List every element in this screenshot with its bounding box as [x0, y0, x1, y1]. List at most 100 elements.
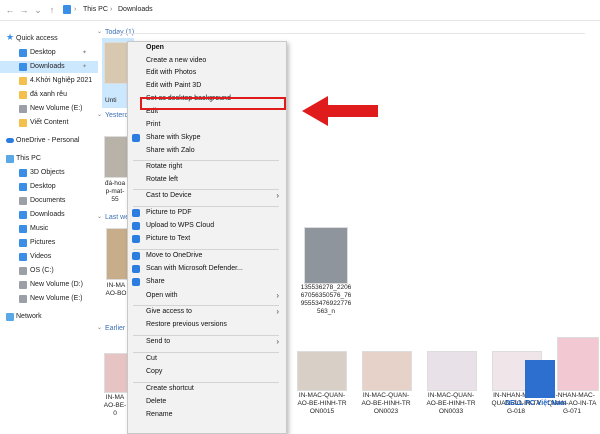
menu-item-edit-with-photos[interactable]: Edit with Photos: [127, 67, 285, 79]
sidebar-item-new-volume-e[interactable]: New Volume (E:): [0, 293, 98, 305]
sidebar-item-da-xanh-reu[interactable]: đá xanh rêu: [0, 89, 98, 101]
menu-item-picture-to-text[interactable]: Picture to Text: [127, 233, 285, 245]
forward-button[interactable]: →: [18, 4, 30, 16]
breadcrumb-this-pc[interactable]: This PC: [83, 6, 108, 13]
sidebar-item-khoi-nghiep[interactable]: 4.Khởi Nghiệp 2021: [0, 75, 98, 87]
menu-separator: [133, 335, 279, 336]
sidebar-item-quick-access[interactable]: ★ Quick access: [0, 33, 98, 45]
onedrive-icon: [132, 252, 140, 260]
menu-item-send-to[interactable]: Send to ›: [127, 336, 285, 348]
chevron-down-icon[interactable]: ⌄: [97, 28, 102, 35]
menu-item-label: Rotate left: [146, 176, 178, 183]
sidebar-item-label: OneDrive - Personal: [16, 137, 80, 144]
menu-separator: [133, 382, 279, 383]
menu-item-scan-with-microsoft-defender[interactable]: Scan with Microsoft Defender...: [127, 263, 285, 275]
up-button[interactable]: ↑: [46, 4, 58, 16]
sidebar-item-new-volume-d[interactable]: New Volume (D:): [0, 279, 98, 291]
download-icon: [19, 211, 27, 219]
menu-item-delete[interactable]: Delete: [127, 396, 285, 408]
file-name: IN-MA AO-BO: [105, 282, 127, 297]
network-icon: [6, 313, 14, 321]
breadcrumb-separator: ›: [110, 6, 113, 13]
back-button[interactable]: ←: [4, 4, 16, 16]
file-thumbnail: [362, 351, 412, 391]
menu-item-picture-to-pdf[interactable]: Picture to PDF: [127, 207, 285, 219]
sidebar-item-downloads[interactable]: Downloads ✦: [0, 61, 98, 73]
menu-item-upload-to-wps-cloud[interactable]: Upload to WPS Cloud: [127, 220, 285, 232]
menu-item-copy[interactable]: Copy: [127, 366, 285, 378]
menu-item-print[interactable]: Print: [127, 119, 285, 131]
menu-item-rename[interactable]: Rename: [127, 409, 285, 421]
chevron-down-icon[interactable]: ⌄: [97, 324, 102, 331]
text-icon: [132, 235, 140, 243]
menu-separator: [133, 160, 279, 161]
folder-icon: [19, 91, 27, 99]
sidebar-item-label: Downloads: [30, 211, 65, 218]
menu-item-move-to-onedrive[interactable]: Move to OneDrive: [127, 250, 285, 262]
sidebar-item-new-volume-e[interactable]: New Volume (E:): [0, 103, 98, 115]
sidebar-item-downloads[interactable]: Downloads: [0, 209, 98, 221]
sidebar-item-label: đá xanh rêu: [30, 91, 67, 98]
file-name: 135536278_2206 67056350576_76 9555347692…: [300, 284, 352, 315]
menu-item-restore-previous-versions[interactable]: Restore previous versions: [127, 319, 285, 331]
menu-item-cut[interactable]: Cut: [127, 353, 285, 365]
breadcrumb-downloads[interactable]: Downloads: [118, 6, 153, 13]
sidebar-item-label: This PC: [16, 155, 41, 162]
menu-item-open[interactable]: Open: [127, 42, 285, 54]
cube-icon: [19, 169, 27, 177]
sidebar-item-documents[interactable]: Documents: [0, 195, 98, 207]
menu-item-label: Open with: [146, 292, 178, 299]
file-thumbnail: [304, 227, 348, 284]
menu-item-label: Restore previous versions: [146, 321, 227, 328]
menu-item-create-shortcut[interactable]: Create shortcut: [127, 383, 285, 395]
menu-item-rotate-left[interactable]: Rotate left: [127, 174, 285, 186]
pdf-icon: [132, 209, 140, 217]
sidebar-item-label: Viết Content: [30, 119, 69, 126]
menu-item-label: Scan with Microsoft Defender...: [146, 265, 243, 272]
menu-item-label: Create shortcut: [146, 385, 194, 392]
menu-separator: [133, 352, 279, 353]
menu-item-share-with-skype[interactable]: Share with Skype: [127, 132, 285, 144]
menu-item-label: Cast to Device: [146, 192, 192, 199]
folder-icon: [19, 77, 27, 85]
sidebar-item-label: OS (C:): [30, 267, 54, 274]
sidebar-item-viet-content[interactable]: Viết Content: [0, 117, 98, 129]
menu-item-give-access-to[interactable]: Give access to ›: [127, 306, 285, 318]
sidebar-item-desktop[interactable]: Desktop ✦: [0, 47, 98, 59]
navigation-pane: ★ Quick access Desktop ✦ Downloads ✦ 4.K…: [0, 28, 98, 432]
sidebar-item-music[interactable]: Music: [0, 223, 98, 235]
sidebar-item-videos[interactable]: Videos: [0, 251, 98, 263]
menu-item-label: Move to OneDrive: [146, 252, 203, 259]
menu-item-cast-to-device[interactable]: Cast to Device ›: [127, 190, 285, 202]
menu-item-open-with[interactable]: Open with ›: [127, 290, 285, 302]
menu-item-label: Open: [146, 44, 164, 51]
sidebar-item-label: Documents: [30, 197, 66, 204]
sidebar-item-label: Desktop: [30, 49, 56, 56]
menu-item-rotate-right[interactable]: Rotate right: [127, 161, 285, 173]
menu-item-share[interactable]: Share: [127, 276, 285, 288]
menu-item-label: Copy: [146, 368, 163, 375]
file-name: IN-MA AO-BE- 0: [103, 394, 127, 417]
menu-item-label: Share: [146, 278, 165, 285]
menu-item-edit-with-paint-3d[interactable]: Edit with Paint 3D: [127, 80, 285, 92]
recent-locations-button[interactable]: ⌄: [32, 4, 44, 16]
file-thumbnail: [557, 337, 599, 391]
menu-item-label: Give access to: [146, 308, 192, 315]
menu-item-share-with-zalo[interactable]: Share with Zalo: [127, 145, 285, 157]
sidebar-item-this-pc[interactable]: This PC: [0, 153, 98, 165]
sidebar-item-network[interactable]: Network: [0, 311, 98, 323]
chevron-right-icon: ›: [276, 307, 279, 316]
menu-item-label: Upload to WPS Cloud: [146, 222, 215, 229]
menu-item-create-a-new-video[interactable]: Create a new video: [127, 55, 285, 67]
sidebar-item-pictures[interactable]: Pictures: [0, 237, 98, 249]
chevron-down-icon[interactable]: ⌄: [97, 111, 102, 118]
chevron-down-icon[interactable]: ⌄: [97, 213, 102, 220]
share-icon: [132, 278, 140, 286]
file-name: IN-MAC-QUAN- AO-BE-HINH-TR ON0015: [297, 392, 347, 415]
sidebar-item-onedrive[interactable]: OneDrive - Personal: [0, 135, 98, 147]
sidebar-item-desktop[interactable]: Desktop: [0, 181, 98, 193]
menu-separator: [133, 189, 279, 190]
highlight-box: [140, 97, 286, 110]
sidebar-item-3d-objects[interactable]: 3D Objects: [0, 167, 98, 179]
sidebar-item-os-c[interactable]: OS (C:): [0, 265, 98, 277]
